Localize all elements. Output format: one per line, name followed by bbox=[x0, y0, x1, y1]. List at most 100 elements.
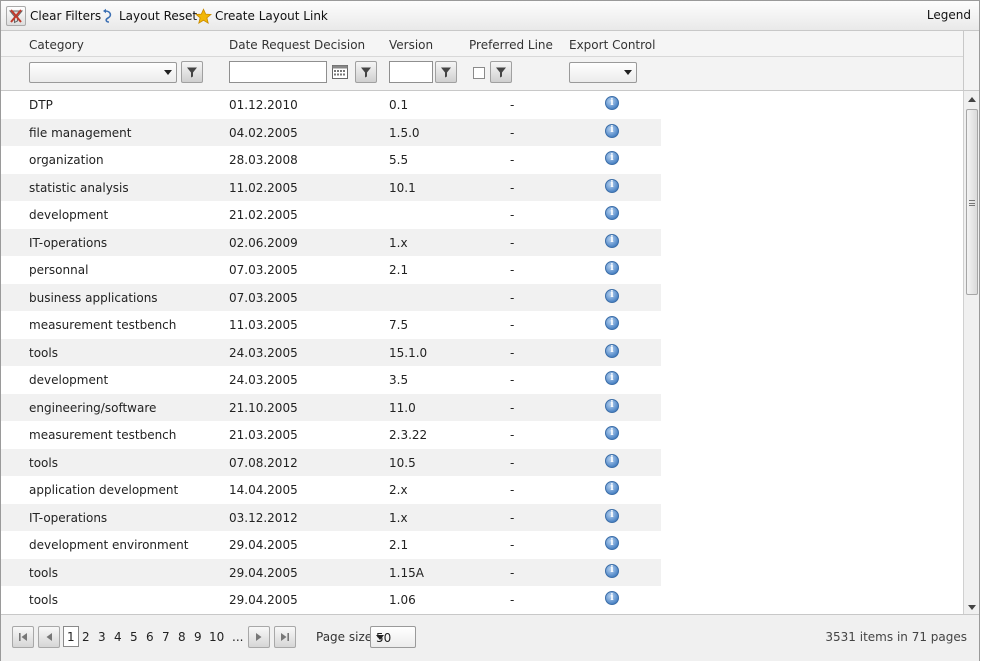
date-filter-button[interactable] bbox=[355, 61, 377, 83]
previous-page-button[interactable] bbox=[38, 626, 60, 648]
page-number[interactable]: 10 bbox=[209, 630, 224, 644]
grip-icon bbox=[969, 200, 975, 206]
category-filter-button[interactable] bbox=[181, 61, 203, 83]
cell-date-request-decision: 29.04.2005 bbox=[229, 538, 298, 552]
cell-preferred-line: - bbox=[510, 153, 515, 167]
column-header-date-request-decision[interactable]: Date Request Decision bbox=[229, 38, 365, 52]
page-number[interactable]: 7 bbox=[162, 630, 170, 644]
cell-version: 5.5 bbox=[389, 153, 409, 167]
cell-date-request-decision: 04.02.2005 bbox=[229, 125, 298, 140]
info-icon[interactable]: i bbox=[605, 508, 619, 523]
create-layout-link-button[interactable]: Create Layout Link bbox=[195, 5, 328, 27]
table-row[interactable]: IT-operations 03.12.2012 1.x - i bbox=[1, 503, 661, 531]
table-row[interactable]: development 21.02.2005 - i bbox=[1, 201, 661, 229]
column-header-export-control[interactable]: Export Control bbox=[569, 38, 655, 52]
info-icon[interactable]: i bbox=[605, 481, 619, 495]
info-icon[interactable]: i bbox=[605, 398, 619, 413]
cell-category: engineering/software bbox=[29, 400, 157, 415]
page-number[interactable]: 1 bbox=[63, 626, 79, 647]
layout-reset-button[interactable]: Layout Reset bbox=[101, 5, 197, 27]
vertical-scrollbar[interactable] bbox=[963, 91, 979, 614]
version-filter-input[interactable] bbox=[389, 61, 433, 83]
table-row[interactable]: personnal 07.03.2005 2.1 - i bbox=[1, 256, 661, 284]
info-icon[interactable]: i bbox=[605, 96, 619, 110]
date-filter-input[interactable] bbox=[229, 61, 327, 83]
legend-link[interactable]: Legend bbox=[927, 8, 971, 22]
table-row[interactable]: tools 24.03.2005 15.1.0 - i bbox=[1, 338, 661, 366]
table-row[interactable]: file management 04.02.2005 1.5.0 - i bbox=[1, 118, 661, 146]
cell-preferred-line: - bbox=[510, 125, 515, 140]
page-size-dropdown[interactable]: 50 bbox=[370, 626, 416, 648]
info-icon[interactable]: i bbox=[605, 371, 619, 385]
column-header-preferred-line[interactable]: Preferred Line bbox=[469, 38, 553, 52]
info-icon[interactable]: i bbox=[605, 178, 619, 193]
column-header-category[interactable]: Category bbox=[29, 38, 84, 52]
info-icon[interactable]: i bbox=[605, 123, 619, 138]
next-page-button[interactable] bbox=[248, 626, 270, 648]
cell-category: tools bbox=[29, 593, 58, 607]
table-row[interactable]: DTP 01.12.2010 0.1 - i bbox=[1, 91, 661, 119]
export-control-filter-dropdown[interactable] bbox=[569, 62, 637, 83]
info-icon[interactable]: i bbox=[605, 536, 619, 550]
version-filter-button[interactable] bbox=[435, 61, 457, 83]
page-number[interactable]: 5 bbox=[130, 630, 138, 644]
cell-date-request-decision: 29.04.2005 bbox=[229, 593, 298, 607]
category-filter-dropdown[interactable] bbox=[29, 62, 177, 83]
page-number[interactable]: 2 bbox=[82, 630, 90, 644]
scrollbar-thumb[interactable] bbox=[966, 109, 978, 295]
page-number[interactable]: 8 bbox=[178, 630, 186, 644]
cell-preferred-line: - bbox=[510, 345, 515, 360]
info-icon[interactable]: i bbox=[605, 453, 619, 468]
info-icon[interactable]: i bbox=[605, 343, 619, 358]
clear-filters-button[interactable]: Clear Filters bbox=[6, 5, 101, 27]
info-icon[interactable]: i bbox=[605, 591, 619, 605]
info-icon[interactable]: i bbox=[605, 426, 619, 440]
table-row[interactable]: application development 14.04.2005 2.x - i bbox=[1, 476, 661, 504]
column-header-version[interactable]: Version bbox=[389, 38, 433, 52]
date-picker-button[interactable] bbox=[331, 63, 349, 81]
page-number[interactable]: 3 bbox=[98, 630, 106, 644]
first-page-button[interactable] bbox=[12, 626, 34, 648]
cell-preferred-line: - bbox=[510, 373, 515, 387]
cell-version: 2.1 bbox=[389, 263, 409, 277]
cell-category: measurement testbench bbox=[29, 318, 177, 332]
info-icon[interactable]: i bbox=[605, 288, 619, 303]
table-row[interactable]: measurement testbench 21.03.2005 2.3.22 - i bbox=[1, 421, 661, 449]
info-icon[interactable]: i bbox=[605, 563, 619, 578]
scroll-down-icon[interactable] bbox=[968, 605, 976, 610]
table-row[interactable]: development environment 29.04.2005 2.1 - i bbox=[1, 531, 661, 559]
table-row[interactable]: statistic analysis 11.02.2005 10.1 - i bbox=[1, 173, 661, 201]
preferred-line-filter-checkbox[interactable] bbox=[473, 67, 485, 79]
table-row[interactable]: tools 29.04.2005 1.06 - i bbox=[1, 586, 661, 614]
info-icon[interactable]: i bbox=[605, 206, 619, 220]
info-icon[interactable]: i bbox=[605, 233, 619, 248]
info-icon[interactable]: i bbox=[605, 316, 619, 330]
info-icon[interactable]: i bbox=[605, 151, 619, 165]
funnel-icon bbox=[187, 67, 197, 78]
table-row[interactable]: tools 29.04.2005 1.15A - i bbox=[1, 558, 661, 586]
funnel-icon bbox=[361, 67, 371, 78]
chevron-down-icon bbox=[164, 70, 172, 75]
cell-preferred-line: - bbox=[510, 565, 515, 580]
cell-date-request-decision: 21.03.2005 bbox=[229, 428, 298, 442]
table-row[interactable]: development 24.03.2005 3.5 - i bbox=[1, 366, 661, 394]
table-row[interactable]: engineering/software 21.10.2005 11.0 - i bbox=[1, 393, 661, 421]
clear-filters-icon bbox=[6, 6, 26, 26]
page-number[interactable]: 9 bbox=[194, 630, 202, 644]
cell-version: 1.5.0 bbox=[389, 125, 420, 140]
table-row[interactable]: organization 28.03.2008 5.5 - i bbox=[1, 146, 661, 174]
scroll-up-icon[interactable] bbox=[968, 97, 976, 102]
cell-category: development environment bbox=[29, 538, 189, 552]
table-row[interactable]: measurement testbench 11.03.2005 7.5 - i bbox=[1, 311, 661, 339]
page-ellipsis[interactable]: ... bbox=[232, 630, 243, 644]
table-row[interactable]: tools 07.08.2012 10.5 - i bbox=[1, 448, 661, 476]
last-page-button[interactable] bbox=[274, 626, 296, 648]
table-row[interactable]: IT-operations 02.06.2009 1.x - i bbox=[1, 228, 661, 256]
cell-preferred-line: - bbox=[510, 428, 515, 442]
preferred-line-filter-button[interactable] bbox=[490, 61, 512, 83]
page-number[interactable]: 6 bbox=[146, 630, 154, 644]
cell-preferred-line: - bbox=[510, 510, 515, 525]
info-icon[interactable]: i bbox=[605, 261, 619, 275]
table-row[interactable]: business applications 07.03.2005 - i bbox=[1, 283, 661, 311]
page-number[interactable]: 4 bbox=[114, 630, 122, 644]
